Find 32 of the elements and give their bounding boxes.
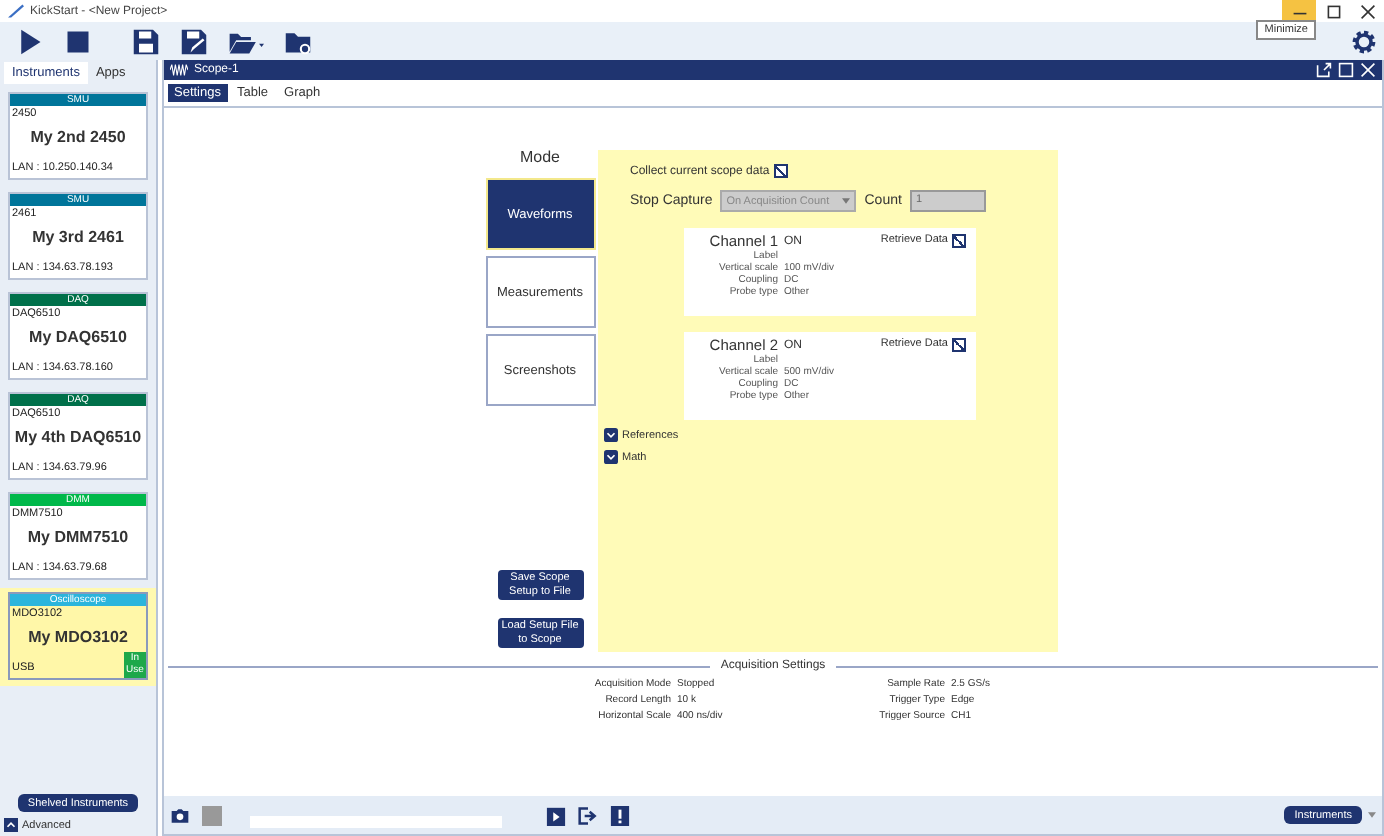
- play-icon[interactable]: [16, 27, 44, 55]
- chevron-icon[interactable]: [604, 428, 618, 442]
- save-as-icon[interactable]: [180, 27, 208, 55]
- settings-icon[interactable]: [1350, 27, 1378, 55]
- close-icon: [1359, 3, 1375, 19]
- export-icon[interactable]: [578, 805, 598, 825]
- maximize-icon: [1325, 3, 1341, 19]
- maximize-icon[interactable]: [1338, 62, 1354, 78]
- run-icon[interactable]: [546, 805, 566, 825]
- instrument-name: My MDO3102: [26, 628, 130, 646]
- waveform-icon: [170, 64, 188, 76]
- instrument-name: My DAQ6510: [27, 328, 129, 346]
- pop-out-icon[interactable]: [1316, 62, 1332, 78]
- checkbox[interactable]: [773, 164, 788, 178]
- stop-icon[interactable]: [64, 27, 92, 55]
- checkbox[interactable]: [952, 338, 966, 352]
- alert-icon[interactable]: [610, 805, 630, 825]
- save-icon[interactable]: [132, 27, 160, 55]
- app-logo-icon: [8, 4, 24, 18]
- instrument-name: My 3rd 2461: [30, 228, 126, 246]
- mode-label: Mode: [519, 148, 560, 166]
- folder-gear-icon[interactable]: [284, 27, 312, 55]
- checkbox[interactable]: [952, 234, 966, 248]
- caret-icon[interactable]: [1368, 812, 1376, 818]
- chevron-icon[interactable]: [604, 450, 618, 464]
- chevron-up-icon[interactable]: [4, 818, 18, 832]
- instrument-name: My 2nd 2450: [28, 128, 128, 146]
- camera-icon[interactable]: [170, 805, 190, 825]
- instrument-name: My 4th DAQ6510: [12, 428, 144, 446]
- caret-icon: [842, 198, 851, 204]
- instrument-name: My DMM7510: [25, 528, 131, 546]
- close-icon[interactable]: [1360, 62, 1376, 78]
